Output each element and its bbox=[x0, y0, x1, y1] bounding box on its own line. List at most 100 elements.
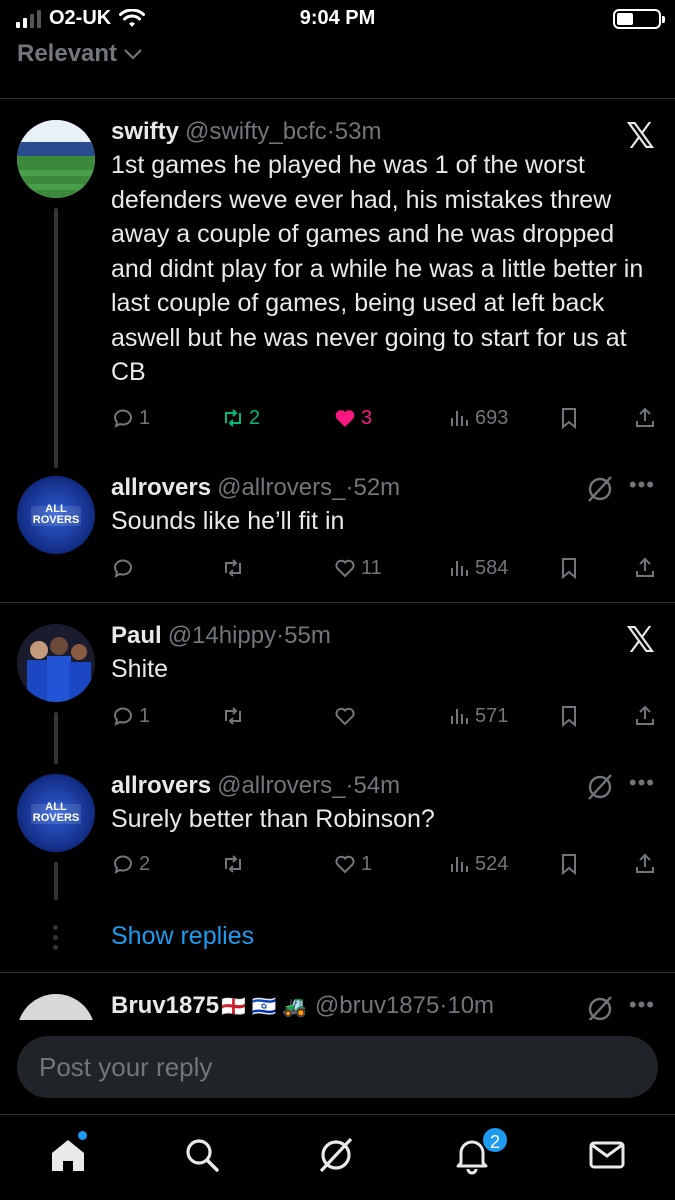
search-icon[interactable] bbox=[182, 1135, 222, 1175]
like-count: 3 bbox=[361, 406, 373, 429]
post-text: Sounds like he’ll fit in bbox=[111, 507, 345, 535]
heart-icon bbox=[335, 559, 355, 578]
post-header: Bruv1875 🏴󠁧󠁢󠁥󠁮󠁧󠁿 🇮🇱 🚜 @bruv1875 · 10m bbox=[111, 992, 495, 1020]
repost-button[interactable] bbox=[221, 704, 249, 728]
timestamp[interactable]: 52m bbox=[353, 474, 400, 502]
bookmark-icon bbox=[562, 408, 576, 430]
reply-input[interactable]: Post your reply bbox=[17, 1036, 658, 1098]
handle[interactable]: @14hippy bbox=[168, 622, 276, 650]
post-header: allrovers @allrovers_ · 54m bbox=[111, 772, 401, 800]
x-logo-icon[interactable]: 𝕏 bbox=[626, 622, 655, 658]
sort-dropdown[interactable]: Relevant bbox=[17, 40, 143, 68]
bookmark-icon bbox=[562, 558, 576, 580]
more-icon[interactable]: ••• bbox=[629, 472, 655, 498]
reply-icon bbox=[114, 559, 132, 578]
avatar[interactable]: ALL ROVERS bbox=[17, 476, 95, 554]
timestamp[interactable]: 55m bbox=[284, 622, 331, 650]
repost-button[interactable] bbox=[221, 556, 249, 580]
views-icon bbox=[451, 857, 468, 872]
thread-line bbox=[54, 712, 58, 764]
reply-count: 1 bbox=[139, 704, 151, 727]
share-icon bbox=[636, 853, 654, 873]
thread-line bbox=[54, 862, 58, 900]
avatar-label: ROVERS bbox=[32, 514, 80, 526]
bookmark-button[interactable] bbox=[557, 704, 581, 728]
battery-icon bbox=[613, 9, 665, 29]
share-button[interactable] bbox=[633, 556, 657, 580]
chevron-down-icon bbox=[124, 49, 142, 60]
status-bar: O2-UK 9:04 PM bbox=[0, 0, 675, 36]
views-button[interactable]: 584 bbox=[447, 556, 508, 580]
repost-button[interactable]: 2 bbox=[221, 406, 260, 430]
reply-button[interactable]: 2 bbox=[111, 852, 150, 876]
share-icon bbox=[636, 705, 654, 725]
repost-icon bbox=[225, 707, 241, 725]
reply-count: 1 bbox=[139, 406, 151, 429]
repost-icon bbox=[225, 855, 241, 873]
x-logo-icon[interactable]: 𝕏 bbox=[626, 118, 655, 154]
bookmark-button[interactable] bbox=[557, 406, 581, 430]
display-name[interactable]: allrovers bbox=[111, 772, 211, 800]
handle[interactable]: @allrovers_ bbox=[217, 772, 345, 800]
reply-button[interactable]: 1 bbox=[111, 406, 150, 430]
avatar-label: ROVERS bbox=[32, 812, 80, 824]
avatar[interactable] bbox=[17, 120, 95, 198]
home-unread-dot bbox=[78, 1131, 87, 1140]
views-count: 524 bbox=[475, 852, 509, 875]
views-icon bbox=[451, 561, 468, 576]
share-button[interactable] bbox=[633, 704, 657, 728]
like-button[interactable]: 3 bbox=[333, 406, 372, 430]
more-icon[interactable]: ••• bbox=[629, 770, 655, 796]
timestamp[interactable]: 54m bbox=[353, 772, 400, 800]
share-button[interactable] bbox=[633, 852, 657, 876]
heart-icon bbox=[335, 707, 355, 726]
reply-button[interactable] bbox=[111, 556, 139, 580]
handle[interactable]: @allrovers_ bbox=[217, 474, 345, 502]
avatar[interactable] bbox=[17, 624, 95, 702]
views-count: 693 bbox=[475, 406, 509, 429]
reply-button[interactable]: 1 bbox=[111, 704, 150, 728]
grok-tab-icon[interactable] bbox=[316, 1135, 356, 1175]
more-icon[interactable]: ••• bbox=[629, 992, 655, 1018]
post-text: 1st games he played he was 1 of the wors… bbox=[111, 151, 644, 386]
notification-badge: 2 bbox=[481, 1126, 509, 1154]
timestamp[interactable]: 53m bbox=[335, 118, 382, 146]
avatar[interactable] bbox=[17, 994, 95, 1020]
handle[interactable]: @swifty_bcfc bbox=[185, 118, 327, 146]
timestamp[interactable]: 10m bbox=[447, 992, 494, 1020]
like-button[interactable] bbox=[333, 704, 361, 728]
show-replies-link[interactable]: Show replies bbox=[111, 922, 254, 951]
share-button[interactable] bbox=[633, 406, 657, 430]
like-button[interactable]: 1 bbox=[333, 852, 372, 876]
repost-button[interactable] bbox=[221, 852, 249, 876]
grok-icon[interactable] bbox=[585, 994, 615, 1020]
bookmark-button[interactable] bbox=[557, 556, 581, 580]
avatar[interactable]: ALL ROVERS bbox=[17, 774, 95, 852]
share-icon bbox=[636, 407, 654, 427]
bookmark-button[interactable] bbox=[557, 852, 581, 876]
display-name[interactable]: allrovers bbox=[111, 474, 211, 502]
reply-icon bbox=[114, 855, 132, 874]
views-count: 584 bbox=[475, 556, 509, 579]
sort-label: Relevant bbox=[17, 40, 118, 67]
repost-icon bbox=[225, 559, 241, 577]
post-text: Surely better than Robinson? bbox=[111, 805, 435, 833]
views-button[interactable]: 524 bbox=[447, 852, 508, 876]
name-emoji: 🏴󠁧󠁢󠁥󠁮󠁧󠁿 🇮🇱 🚜 bbox=[221, 996, 307, 1018]
like-button[interactable]: 11 bbox=[333, 556, 382, 580]
heart-icon bbox=[335, 855, 355, 874]
post-bruv1875[interactable]: Bruv1875 🏴󠁧󠁢󠁥󠁮󠁧󠁿 🇮🇱 🚜 @bruv1875 · 10m ••… bbox=[0, 972, 675, 1020]
views-button[interactable]: 571 bbox=[447, 704, 508, 728]
grok-icon[interactable] bbox=[585, 772, 615, 802]
handle[interactable]: @bruv1875 bbox=[315, 992, 439, 1020]
grok-icon[interactable] bbox=[585, 474, 615, 504]
repost-icon bbox=[225, 409, 241, 427]
messages-icon[interactable] bbox=[587, 1135, 627, 1175]
views-button[interactable]: 693 bbox=[447, 406, 508, 430]
display-name[interactable]: Paul bbox=[111, 622, 162, 650]
display-name[interactable]: Bruv1875 bbox=[111, 992, 219, 1020]
display-name[interactable]: swifty bbox=[111, 118, 179, 146]
home-icon[interactable] bbox=[48, 1135, 88, 1175]
reply-composer: Post your reply bbox=[0, 1020, 675, 1114]
post-header: allrovers @allrovers_ · 52m bbox=[111, 474, 401, 502]
